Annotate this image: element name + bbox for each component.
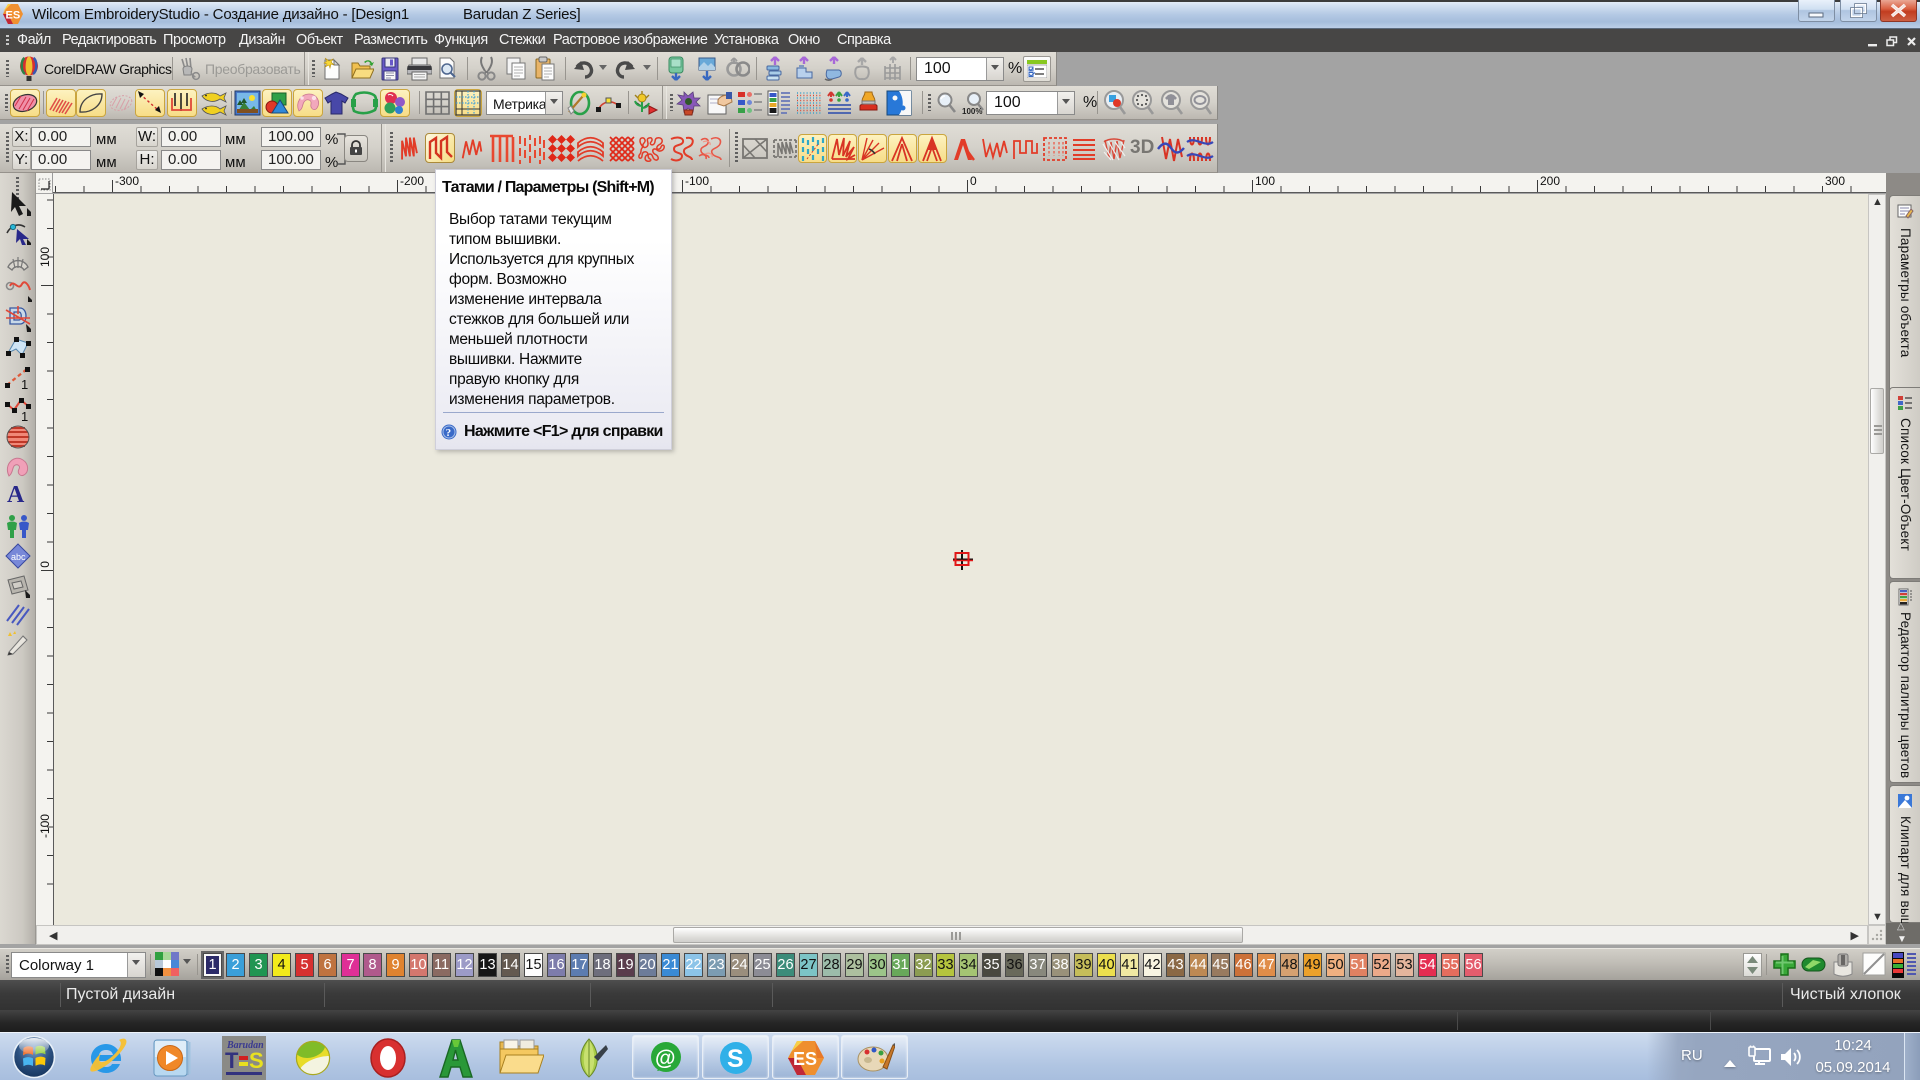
svg-text:100%: 100% (962, 107, 982, 115)
svg-text:ES: ES (6, 10, 21, 22)
svg-text:1: 1 (21, 409, 28, 422)
svg-text:ES: ES (793, 1049, 817, 1069)
svg-text:1: 1 (21, 377, 28, 391)
svg-text:S: S (249, 1048, 264, 1073)
svg-text:abc: abc (11, 552, 26, 562)
svg-text:?: ? (446, 427, 452, 439)
svg-text:T: T (225, 1048, 239, 1073)
svg-text:@: @ (655, 1047, 675, 1070)
svg-text:S: S (727, 1045, 744, 1073)
